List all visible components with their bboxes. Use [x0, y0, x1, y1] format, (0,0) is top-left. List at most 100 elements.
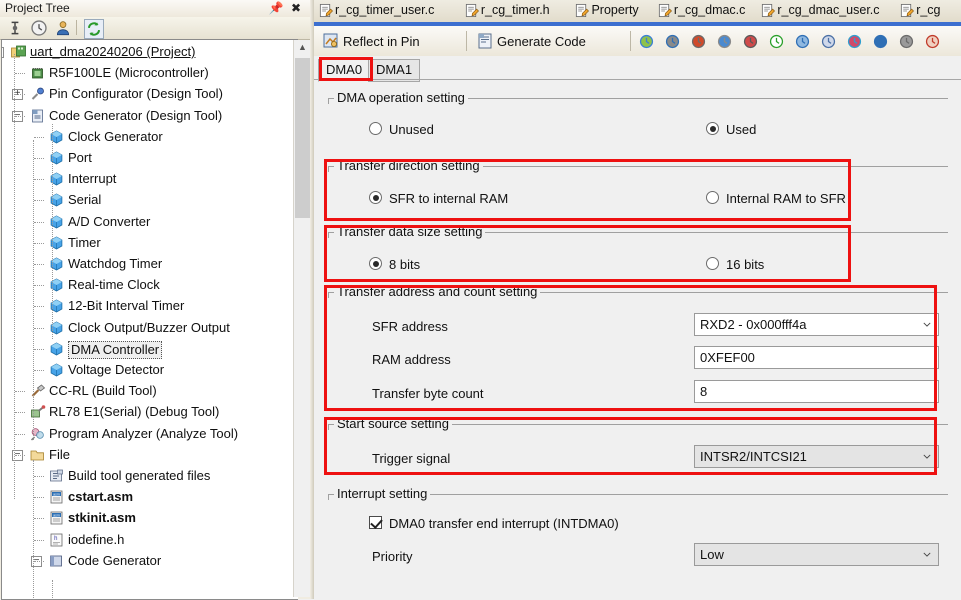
document-tab[interactable]: r_cg_dmac.c — [657, 1, 757, 21]
project-tree-scrollbar[interactable]: ▲ — [293, 40, 311, 597]
dma0-end-interrupt-checkbox[interactable] — [369, 516, 382, 529]
document-tab[interactable]: Property — [574, 1, 652, 21]
tree-connector — [33, 460, 35, 599]
document-tab[interactable]: r_cg_dmac_user.c — [760, 1, 895, 21]
tree-item-label: uart_dma20240206 (Project) — [30, 44, 196, 59]
tree-connector — [14, 54, 16, 499]
reflect-in-pin-icon — [323, 33, 338, 48]
clock-generator-icon[interactable] — [638, 33, 655, 50]
tree-item-label: Code Generator — [68, 552, 162, 568]
cube-icon — [50, 130, 63, 144]
tree-connector — [34, 497, 44, 499]
h-file-icon: h — [50, 533, 63, 546]
priority-dropdown[interactable]: Low — [694, 543, 939, 566]
generate-code-icon — [478, 33, 492, 49]
radio-16-bits-label[interactable]: 16 bits — [726, 258, 764, 272]
port-icon[interactable] — [664, 33, 681, 50]
asm-file-icon: asm — [50, 490, 63, 504]
group-caption: Transfer direction setting — [334, 158, 483, 173]
radio-sfr-to-ram-label[interactable]: SFR to internal RAM — [389, 192, 508, 206]
radio-16-bits[interactable] — [706, 257, 719, 270]
genfolder-icon — [50, 469, 63, 482]
tree-connector — [34, 200, 44, 202]
radio-sfr-to-ram[interactable] — [369, 191, 382, 204]
chevron-down-icon[interactable] — [923, 552, 931, 557]
group-caption: Transfer address and count setting — [334, 284, 541, 299]
sfr-address-label: SFR address — [372, 319, 448, 334]
radio-used-label[interactable]: Used — [726, 123, 756, 137]
scrollbar-track[interactable] — [295, 218, 310, 596]
ram-address-input[interactable]: 0XFEF00 — [694, 346, 939, 369]
voltage-detector-icon[interactable] — [924, 33, 941, 50]
svg-text:asm: asm — [53, 493, 60, 497]
chip-icon — [32, 68, 43, 79]
interrupt-icon[interactable] — [690, 33, 707, 50]
dma-tab-label: DMA1 — [375, 62, 413, 77]
tree-connector — [34, 370, 44, 372]
editor-panel: r_cg_timer_user.c r_cg_timer.h Property r_c… — [314, 0, 961, 599]
close-icon[interactable]: ✖ — [288, 0, 304, 16]
property-icon[interactable] — [6, 19, 24, 37]
trigger-signal-dropdown[interactable]: INTSR2/INTCSI21 — [694, 445, 939, 468]
radio-ram-to-sfr[interactable] — [706, 191, 719, 204]
dma-icon[interactable] — [898, 33, 915, 50]
document-tab-label: Property — [591, 3, 639, 17]
pin-icon[interactable]: 📌 — [268, 0, 284, 16]
watchdog-icon[interactable] — [794, 33, 811, 50]
folder-blue-icon — [50, 555, 62, 567]
scrollbar-thumb[interactable] — [295, 58, 310, 218]
tree-connector — [34, 285, 44, 287]
serial-icon[interactable] — [716, 33, 733, 50]
tree-item-label: File — [49, 446, 70, 462]
ad-converter-icon[interactable] — [742, 33, 759, 50]
tree-connector — [15, 412, 25, 414]
radio-used[interactable] — [706, 122, 719, 135]
timer-icon[interactable] — [768, 33, 785, 50]
tree-collapse-toggle[interactable]: − — [2, 47, 4, 58]
radio-unused-label[interactable]: Unused — [389, 123, 434, 137]
chevron-down-icon[interactable] — [923, 454, 931, 459]
property-icon — [576, 3, 590, 18]
tree-connector — [34, 221, 44, 224]
scroll-up-arrow-icon[interactable]: ▲ — [294, 40, 311, 57]
tree-connector — [34, 306, 44, 308]
transfer-byte-count-input[interactable]: 8 — [694, 380, 939, 403]
document-tab-label: r_cg_timer.h — [480, 3, 550, 17]
refresh-icon[interactable] — [84, 19, 104, 39]
document-tab[interactable]: r_cg_timer.h — [464, 1, 571, 21]
tree-connector — [15, 94, 25, 96]
tree-item-label: RL78 E1(Serial) (Debug Tool) — [49, 404, 220, 420]
tree-item-label: A/D Converter — [68, 213, 151, 229]
clock-icon[interactable] — [30, 19, 48, 37]
radio-ram-to-sfr-label[interactable]: Internal RAM to SFR — [726, 192, 846, 206]
trigger-signal-label: Trigger signal — [372, 451, 451, 466]
ram-address-label: RAM address — [372, 352, 451, 367]
document-tab-label: r_cg_dmac.c — [673, 3, 746, 17]
reflect-in-pin-button[interactable]: Reflect in Pin — [318, 29, 463, 53]
transfer-byte-count-value: 8 — [700, 384, 708, 399]
user-icon[interactable] — [54, 19, 72, 37]
project-tree-title: Project Tree — [5, 1, 70, 15]
tree-item-label: Code Generator (Design Tool) — [49, 107, 223, 123]
tree-connector — [52, 124, 54, 339]
tree-connector — [15, 73, 25, 75]
tree-connector — [34, 518, 44, 520]
document-tab[interactable]: r_cg — [899, 1, 949, 21]
interval-timer-icon[interactable] — [846, 33, 863, 50]
toolbar-separator — [630, 31, 631, 51]
rtc-icon[interactable] — [820, 33, 837, 50]
dma0-end-interrupt-label[interactable]: DMA0 transfer end interrupt (INTDMA0) — [389, 517, 619, 531]
toolbar-separator — [466, 31, 467, 51]
buzzer-icon[interactable] — [872, 33, 889, 50]
chevron-down-icon[interactable] — [923, 322, 931, 327]
sfr-address-dropdown[interactable]: RXD2 - 0x000fff4a — [694, 313, 939, 336]
project-tree-body: uart_dma20240206 (Project) − R5F100LE (Mic… — [1, 39, 298, 600]
radio-8-bits[interactable] — [369, 257, 382, 270]
generate-code-button[interactable]: Generate Code — [472, 29, 624, 53]
cube-icon — [50, 363, 63, 377]
document-tab[interactable]: r_cg_timer_user.c — [318, 1, 460, 21]
tree-connector — [34, 476, 44, 478]
radio-unused[interactable] — [369, 122, 382, 135]
radio-8-bits-label[interactable]: 8 bits — [389, 258, 420, 272]
debug-icon — [31, 405, 46, 418]
